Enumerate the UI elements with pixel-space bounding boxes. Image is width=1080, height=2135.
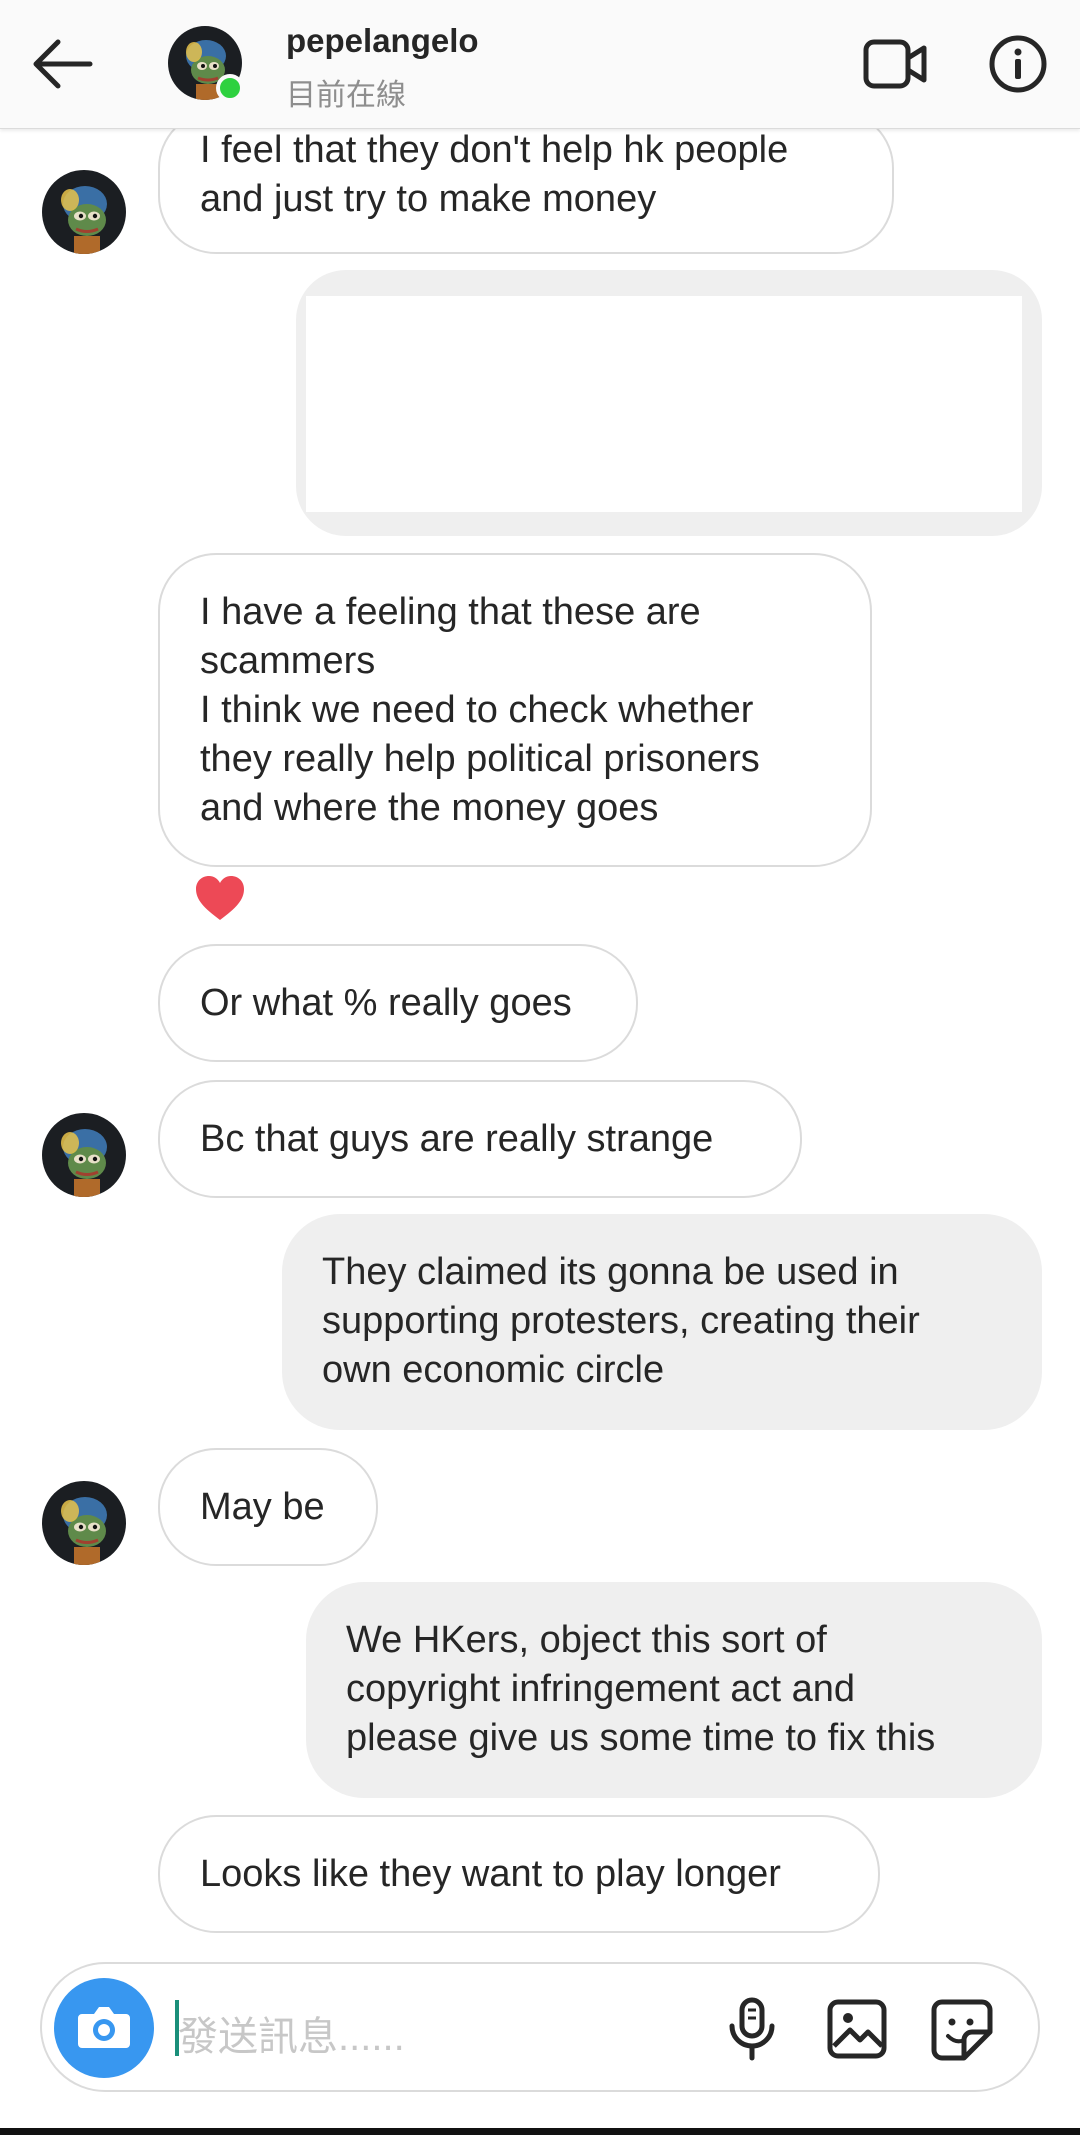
sender-avatar[interactable] [42, 1481, 126, 1565]
message-text: We HKers, object this sort of copyright … [346, 1619, 936, 1759]
online-indicator [216, 74, 244, 102]
message-bubble[interactable]: Looks like they want to play longer [158, 1815, 880, 1933]
message-bubble[interactable]: I have a feeling that these are scammers… [158, 553, 872, 867]
message-bubble[interactable]: Or what % really goes [158, 944, 638, 1062]
message-text: Or what % really goes [200, 982, 572, 1024]
message-text: Looks like they want to play longer [200, 1853, 781, 1895]
sender-avatar[interactable] [42, 1113, 126, 1197]
sender-avatar[interactable] [42, 170, 126, 254]
media-content [306, 296, 1022, 512]
chat-username[interactable]: pepelangelo [286, 22, 479, 60]
active-status: 目前在線 [286, 79, 406, 112]
message-bubble[interactable]: I feel that they don't help hk people an… [158, 110, 894, 254]
camera-button[interactable] [54, 1978, 154, 2078]
video-call-icon[interactable] [862, 36, 928, 92]
sticker-icon[interactable] [930, 1998, 994, 2062]
message-bubble[interactable]: We HKers, object this sort of copyright … [306, 1582, 1042, 1798]
info-icon[interactable] [988, 34, 1048, 94]
message-text: May be [200, 1486, 325, 1528]
heart-icon[interactable] [194, 874, 246, 922]
message-text: I have a feeling that these are scammers… [200, 591, 760, 829]
system-nav-bar [0, 2128, 1080, 2135]
message-text: They claimed its gonna be used in suppor… [322, 1251, 920, 1391]
message-input[interactable]: 發送訊息...... [178, 2004, 405, 2062]
microphone-icon[interactable] [722, 1996, 782, 2062]
chat-header: pepelangelo 目前在線 [0, 0, 1080, 129]
arrow-left-icon[interactable] [28, 34, 98, 94]
message-text: Bc that guys are really strange [200, 1118, 714, 1160]
image-icon[interactable] [826, 1998, 888, 2060]
message-bubble[interactable]: Bc that guys are really strange [158, 1080, 802, 1198]
message-bubble[interactable]: They claimed its gonna be used in suppor… [282, 1214, 1042, 1430]
message-bubble[interactable]: May be [158, 1448, 378, 1566]
shared-media[interactable] [296, 270, 1042, 536]
message-text: I feel that they don't help hk people an… [200, 129, 789, 220]
camera-icon [78, 2007, 130, 2048]
